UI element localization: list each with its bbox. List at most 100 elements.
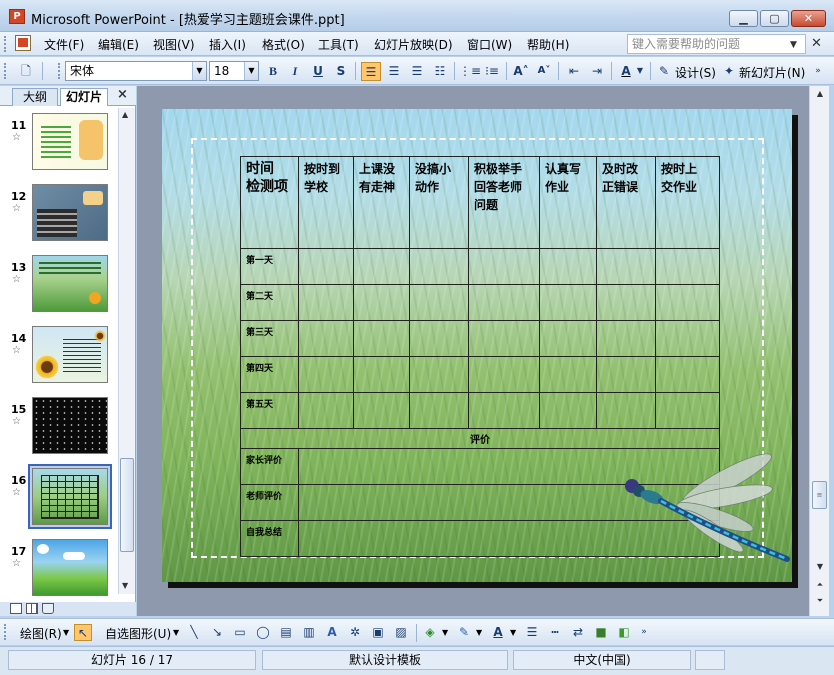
slide-thumbnail-11[interactable] — [32, 113, 108, 170]
slide-editing-area[interactable]: 时间 检测项 按时到 学校 上课没 有走神 没搞小 动作 积极举手 回答老师 问… — [137, 86, 809, 616]
table-cell[interactable] — [353, 320, 410, 357]
table-cell[interactable] — [539, 320, 597, 357]
table-cell[interactable] — [596, 320, 656, 357]
insert-picture-button[interactable]: ▨ — [392, 624, 410, 641]
table-header-cell[interactable]: 没搞小 动作 — [409, 156, 469, 249]
align-center-button[interactable]: ☰ — [384, 62, 404, 81]
table-cell[interactable] — [596, 284, 656, 321]
evaluation-label[interactable]: 老师评价 — [240, 484, 299, 521]
day-label[interactable]: 第一天 — [240, 248, 299, 285]
menu-window[interactable]: 窗口(W) — [467, 36, 512, 53]
slide-thumbnail-14[interactable] — [32, 326, 108, 383]
chevron-down-icon[interactable]: ▼ — [63, 628, 69, 637]
increase-indent-button[interactable]: ⇥ — [587, 62, 607, 81]
document-icon[interactable] — [15, 35, 31, 51]
font-name-select[interactable]: 宋体 ▼ — [65, 61, 207, 81]
design-button[interactable]: 设计(S) — [675, 64, 716, 81]
chevron-down-icon[interactable]: ▼ — [476, 628, 482, 637]
slide-sorter-view-icon[interactable] — [26, 603, 38, 614]
align-right-button[interactable]: ☰ — [407, 62, 427, 81]
table-cell[interactable] — [298, 392, 354, 429]
font-size-select[interactable]: 18 ▼ — [209, 61, 259, 81]
table-cell[interactable] — [298, 248, 354, 285]
new-slide-icon[interactable]: ✦ — [719, 62, 739, 81]
line-tool-button[interactable]: ╲ — [185, 624, 203, 641]
powerpoint-app-icon[interactable]: P — [9, 9, 25, 24]
table-header-cell[interactable]: 及时改 正错误 — [596, 156, 656, 249]
tab-slides[interactable]: 幻灯片 — [60, 88, 108, 106]
table-cell[interactable] — [409, 284, 469, 321]
slideshow-view-icon[interactable] — [42, 603, 54, 614]
chevron-down-icon[interactable]: ▼ — [244, 62, 258, 80]
transition-star-icon[interactable]: ☆ — [12, 558, 21, 569]
transition-star-icon[interactable]: ☆ — [12, 416, 21, 427]
table-cell[interactable] — [353, 356, 410, 393]
help-search-input[interactable]: 键入需要帮助的问题 — [627, 34, 806, 54]
slide-thumbnail-13[interactable] — [32, 255, 108, 312]
fill-color-button[interactable]: ◈ — [421, 624, 439, 641]
shadow-button[interactable]: S — [331, 62, 351, 81]
scroll-up-icon[interactable]: ▲ — [122, 110, 128, 119]
textbox-tool-button[interactable]: ▤ — [277, 624, 295, 641]
table-cell[interactable] — [655, 248, 720, 285]
transition-star-icon[interactable]: ☆ — [12, 487, 21, 498]
menu-slideshow[interactable]: 幻灯片放映(D) — [374, 36, 453, 53]
toolbar-grip[interactable] — [4, 63, 8, 79]
evaluation-label[interactable]: 自我总结 — [240, 520, 299, 557]
table-header-cell[interactable]: 时间 检测项 — [240, 156, 299, 249]
table-cell[interactable] — [468, 248, 540, 285]
slide-thumbnail-17[interactable] — [32, 539, 108, 596]
transition-star-icon[interactable]: ☆ — [12, 203, 21, 214]
scroll-down-icon[interactable]: ▼ — [122, 581, 128, 590]
menu-help[interactable]: 帮助(H) — [527, 36, 569, 53]
table-cell[interactable] — [468, 320, 540, 357]
tab-outline[interactable]: 大纲 — [12, 88, 58, 106]
transition-star-icon[interactable]: ☆ — [12, 274, 21, 285]
slide-thumbnail-12[interactable] — [32, 184, 108, 241]
evaluation-label[interactable]: 家长评价 — [240, 448, 299, 485]
panel-close-icon[interactable]: × — [117, 87, 128, 102]
close-button[interactable]: ✕ — [791, 10, 826, 27]
chevron-down-icon[interactable]: ▼ — [173, 628, 179, 637]
table-cell[interactable] — [655, 284, 720, 321]
table-cell[interactable] — [353, 392, 410, 429]
table-header-cell[interactable]: 按时上 交作业 — [655, 156, 720, 249]
decrease-font-button[interactable]: A˅ — [534, 62, 554, 81]
clipart-button[interactable]: ▣ — [369, 624, 387, 641]
thumbnail-scrollbar[interactable]: ▲ ▼ — [118, 108, 135, 594]
shadow-style-button[interactable]: ■ — [592, 624, 610, 641]
table-header-cell[interactable]: 按时到 学校 — [298, 156, 354, 249]
italic-button[interactable]: I — [285, 62, 305, 81]
table-cell[interactable] — [539, 392, 597, 429]
rectangle-tool-button[interactable]: ▭ — [231, 624, 249, 641]
day-label[interactable]: 第五天 — [240, 392, 299, 429]
bold-button[interactable]: B — [263, 62, 283, 81]
toolbar-options-icon[interactable]: » — [638, 624, 650, 641]
table-cell[interactable] — [655, 392, 720, 429]
font-color-button[interactable]: A — [616, 62, 636, 81]
table-header-cell[interactable]: 上课没 有走神 — [353, 156, 410, 249]
decrease-indent-button[interactable]: ⇤ — [564, 62, 584, 81]
chevron-down-icon[interactable]: ▼ — [192, 62, 206, 80]
table-cell[interactable] — [596, 356, 656, 393]
table-cell[interactable] — [655, 320, 720, 357]
menu-format[interactable]: 格式(O) — [262, 36, 305, 53]
transition-star-icon[interactable]: ☆ — [12, 132, 21, 143]
day-label[interactable]: 第二天 — [240, 284, 299, 321]
table-cell[interactable] — [298, 320, 354, 357]
current-slide[interactable]: 时间 检测项 按时到 学校 上课没 有走神 没搞小 动作 积极举手 回答老师 问… — [162, 109, 792, 582]
3d-style-button[interactable]: ◧ — [615, 624, 633, 641]
normal-view-icon[interactable] — [10, 603, 22, 614]
dash-style-button[interactable]: ┅ — [546, 624, 564, 641]
vertical-textbox-button[interactable]: ▥ — [300, 624, 318, 641]
table-cell[interactable] — [539, 284, 597, 321]
table-header-cell[interactable]: 认真写 作业 — [539, 156, 597, 249]
next-slide-icon[interactable]: ⏷ — [812, 596, 828, 610]
numbering-button[interactable]: ⋮≡ — [459, 62, 481, 81]
new-document-icon[interactable]: 🗋 — [16, 62, 36, 81]
arrow-style-button[interactable]: ⇄ — [569, 624, 587, 641]
bullets-button[interactable]: ⁝≡ — [482, 62, 502, 81]
document-close-icon[interactable]: ✕ — [811, 36, 822, 51]
table-cell[interactable] — [655, 356, 720, 393]
menu-view[interactable]: 视图(V) — [153, 36, 195, 53]
